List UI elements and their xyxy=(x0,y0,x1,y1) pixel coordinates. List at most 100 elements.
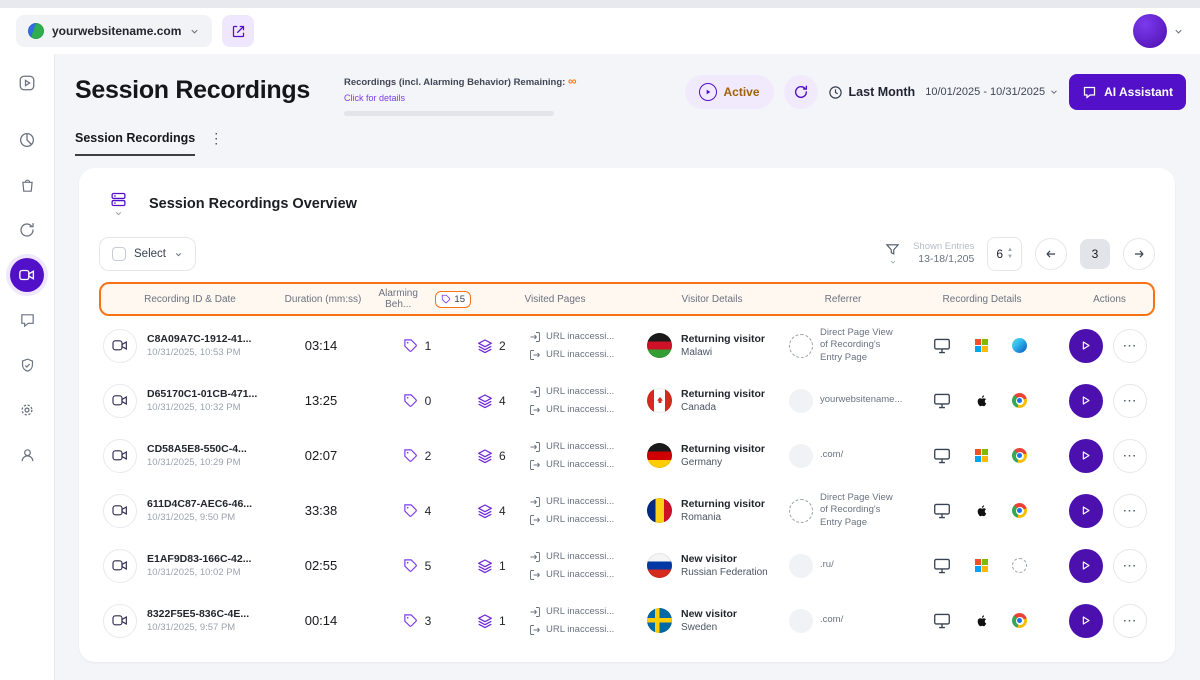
ellipsis-icon: ⋯ xyxy=(1123,337,1137,354)
pages-layers-icon xyxy=(477,503,493,519)
table-row[interactable]: C8A09A7C-1912-41... 10/31/2025, 10:53 PM… xyxy=(99,318,1155,373)
table-row[interactable]: E1AF9D83-166C-42... 10/31/2025, 10:02 PM… xyxy=(99,538,1155,593)
select-dropdown[interactable]: Select xyxy=(99,237,196,271)
row-more-button[interactable]: ⋯ xyxy=(1113,329,1147,363)
row-more-button[interactable]: ⋯ xyxy=(1113,604,1147,638)
exit-url[interactable]: URL inaccessi... xyxy=(529,514,614,526)
alarming-count: 5 xyxy=(425,559,432,573)
sidebar-item-conversion[interactable] xyxy=(10,213,44,247)
country-flag-icon xyxy=(647,333,672,358)
recording-id: D65170C1-01CB-471... xyxy=(147,388,257,400)
sidebar-item-video-player[interactable] xyxy=(10,66,44,100)
os-icon-slot xyxy=(975,339,988,352)
select-all-checkbox[interactable] xyxy=(112,247,126,261)
chrome-icon xyxy=(1012,503,1027,518)
play-recording-button[interactable] xyxy=(1069,384,1103,418)
ai-assistant-label: AI Assistant xyxy=(1104,85,1173,99)
entry-url[interactable]: URL inaccessi... xyxy=(529,441,614,453)
sidebar-item-ecommerce[interactable] xyxy=(10,168,44,202)
avatar[interactable] xyxy=(1133,14,1167,48)
refresh-button[interactable] xyxy=(784,75,818,109)
country-flag-icon xyxy=(647,388,672,413)
table-view-settings-button[interactable] xyxy=(99,184,137,224)
exit-url[interactable]: URL inaccessi... xyxy=(529,569,614,581)
url-exit-icon xyxy=(529,624,541,636)
sidebar-item-profile[interactable] xyxy=(10,438,44,472)
recording-camera-icon xyxy=(103,604,137,638)
sidebar xyxy=(0,54,55,680)
chrome-icon xyxy=(1012,613,1027,628)
desktop-device-icon xyxy=(933,338,951,354)
sidebar-item-heatmaps[interactable] xyxy=(10,123,44,157)
user-icon xyxy=(19,447,36,464)
table-row[interactable]: 8322F5E5-836C-4E... 10/31/2025, 9:57 PM … xyxy=(99,593,1155,648)
play-recording-button[interactable] xyxy=(1069,604,1103,638)
sidebar-item-seo[interactable] xyxy=(10,348,44,382)
play-recording-button[interactable] xyxy=(1069,329,1103,363)
referrer-text: .com/ xyxy=(820,449,843,461)
user-menu[interactable] xyxy=(1133,14,1184,48)
os-icon-slot xyxy=(975,503,989,519)
entry-url[interactable]: URL inaccessi... xyxy=(529,496,614,508)
play-recording-button[interactable] xyxy=(1069,549,1103,583)
entry-url[interactable]: URL inaccessi... xyxy=(529,386,614,398)
visited-pages-count: 4 xyxy=(499,394,506,408)
active-label: Active xyxy=(724,85,760,99)
alarming-count: 3 xyxy=(425,614,432,628)
period-selector[interactable]: Last Month xyxy=(828,85,916,100)
site-selector[interactable]: yourwebsitename.com xyxy=(16,15,212,47)
row-more-button[interactable]: ⋯ xyxy=(1113,494,1147,528)
desktop-device-icon xyxy=(933,613,951,629)
exit-url-text: URL inaccessi... xyxy=(546,459,614,470)
desktop-device-icon xyxy=(933,503,951,519)
page-size-select[interactable]: 6 ▲▼ xyxy=(987,237,1022,271)
play-recording-button[interactable] xyxy=(1069,439,1103,473)
filter-button[interactable] xyxy=(885,242,900,266)
visited-pages-count: 6 xyxy=(499,449,506,463)
row-more-button[interactable]: ⋯ xyxy=(1113,439,1147,473)
active-status-button[interactable]: Active xyxy=(685,75,774,109)
entry-url[interactable]: URL inaccessi... xyxy=(529,606,614,618)
table-row[interactable]: CD58A5E8-550C-4... 10/31/2025, 10:29 PM … xyxy=(99,428,1155,483)
row-more-button[interactable]: ⋯ xyxy=(1113,384,1147,418)
exit-url[interactable]: URL inaccessi... xyxy=(529,349,614,361)
entry-url[interactable]: URL inaccessi... xyxy=(529,551,614,563)
exit-url[interactable]: URL inaccessi... xyxy=(529,459,614,471)
visitor-country: Sweden xyxy=(681,622,737,633)
date-range-selector[interactable]: 10/01/2025 - 10/31/2025 xyxy=(925,86,1059,98)
recording-date: 10/31/2025, 10:53 PM xyxy=(147,347,251,358)
main-content: Session Recordings Recordings (incl. Ala… xyxy=(55,54,1200,680)
recording-camera-icon xyxy=(103,494,137,528)
open-site-button[interactable] xyxy=(222,15,254,47)
prev-page-button[interactable] xyxy=(1035,238,1067,270)
referrer-text: .com/ xyxy=(820,614,843,626)
apple-icon xyxy=(975,503,989,519)
alarming-tag-icon xyxy=(403,558,418,573)
recording-camera-icon xyxy=(103,384,137,418)
exit-url[interactable]: URL inaccessi... xyxy=(529,624,614,636)
row-more-button[interactable]: ⋯ xyxy=(1113,549,1147,583)
click-for-details-link[interactable]: Click for details xyxy=(344,93,405,103)
tab-session-recordings[interactable]: Session Recordings xyxy=(75,131,195,156)
current-page-indicator[interactable]: 3 xyxy=(1080,239,1110,269)
play-recording-button[interactable] xyxy=(1069,494,1103,528)
tab-overflow-menu[interactable]: ⋮ xyxy=(205,130,227,156)
recording-date: 10/31/2025, 9:57 PM xyxy=(147,622,249,633)
sidebar-item-settings[interactable] xyxy=(10,393,44,427)
next-page-button[interactable] xyxy=(1123,238,1155,270)
alarming-count: 2 xyxy=(425,449,432,463)
sidebar-item-feedback[interactable] xyxy=(10,303,44,337)
ai-assistant-button[interactable]: AI Assistant xyxy=(1069,74,1186,110)
table-row[interactable]: 611D4C87-AEC6-46... 10/31/2025, 9:50 PM … xyxy=(99,483,1155,538)
clock-icon xyxy=(828,85,843,100)
os-icon-slot xyxy=(975,449,988,462)
os-icon-slot xyxy=(975,393,989,409)
duration-value: 03:14 xyxy=(277,338,365,353)
sidebar-item-session-recordings[interactable] xyxy=(10,258,44,292)
entry-url[interactable]: URL inaccessi... xyxy=(529,331,614,343)
exit-url[interactable]: URL inaccessi... xyxy=(529,404,614,416)
alarming-filter-badge[interactable]: 15 xyxy=(435,291,471,308)
duration-value: 00:14 xyxy=(277,613,365,628)
alarming-tag-icon xyxy=(403,613,418,628)
table-row[interactable]: D65170C1-01CB-471... 10/31/2025, 10:32 P… xyxy=(99,373,1155,428)
